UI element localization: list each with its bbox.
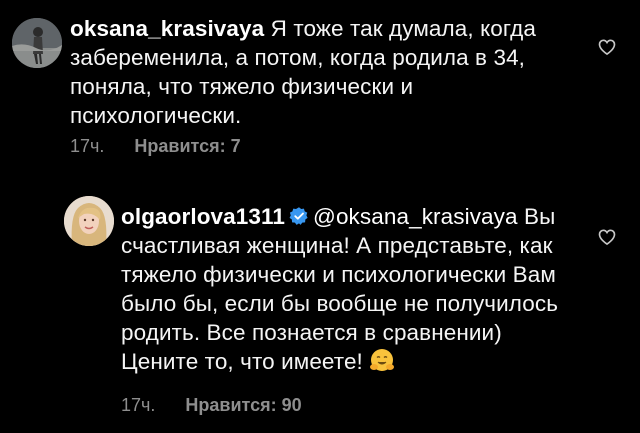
user-avatar-icon [64, 196, 114, 246]
comment-likes[interactable]: Нравится: 90 [185, 395, 301, 415]
comment-text-block: olgaorlova1311 @oksana_krasivaya Вы счаст… [121, 202, 581, 376]
comment-item: oksana_krasivaya Я тоже так думала, когд… [0, 0, 640, 170]
comment-username[interactable]: oksana_krasivaya [70, 16, 264, 41]
heart-outline-icon [598, 229, 616, 246]
comment-username[interactable]: olgaorlova1311 [121, 204, 285, 229]
comment-meta: 17ч. Нравится: 90 [121, 395, 302, 416]
comment-time: 17ч. [121, 395, 156, 415]
comment-body: Вы счастливая женщина! А представьте, ка… [121, 204, 559, 374]
comment-reply-item: olgaorlova1311 @oksana_krasivaya Вы счаст… [0, 188, 640, 433]
user-avatar-icon [12, 18, 62, 68]
like-button[interactable] [597, 37, 617, 57]
hugging-face-emoji-icon [369, 348, 395, 374]
comment-time: 17ч. [70, 136, 105, 156]
heart-outline-icon [598, 39, 616, 56]
comment-text-block: oksana_krasivaya Я тоже так думала, когд… [70, 14, 570, 130]
mention-link[interactable]: @oksana_krasivaya [313, 204, 518, 229]
comment-likes[interactable]: Нравится: 7 [134, 136, 240, 156]
comment-meta: 17ч. Нравится: 7 [70, 136, 241, 157]
commenter-avatar[interactable] [64, 196, 114, 246]
verified-badge-icon [289, 206, 309, 226]
like-button[interactable] [597, 227, 617, 247]
commenter-avatar[interactable] [12, 18, 62, 68]
